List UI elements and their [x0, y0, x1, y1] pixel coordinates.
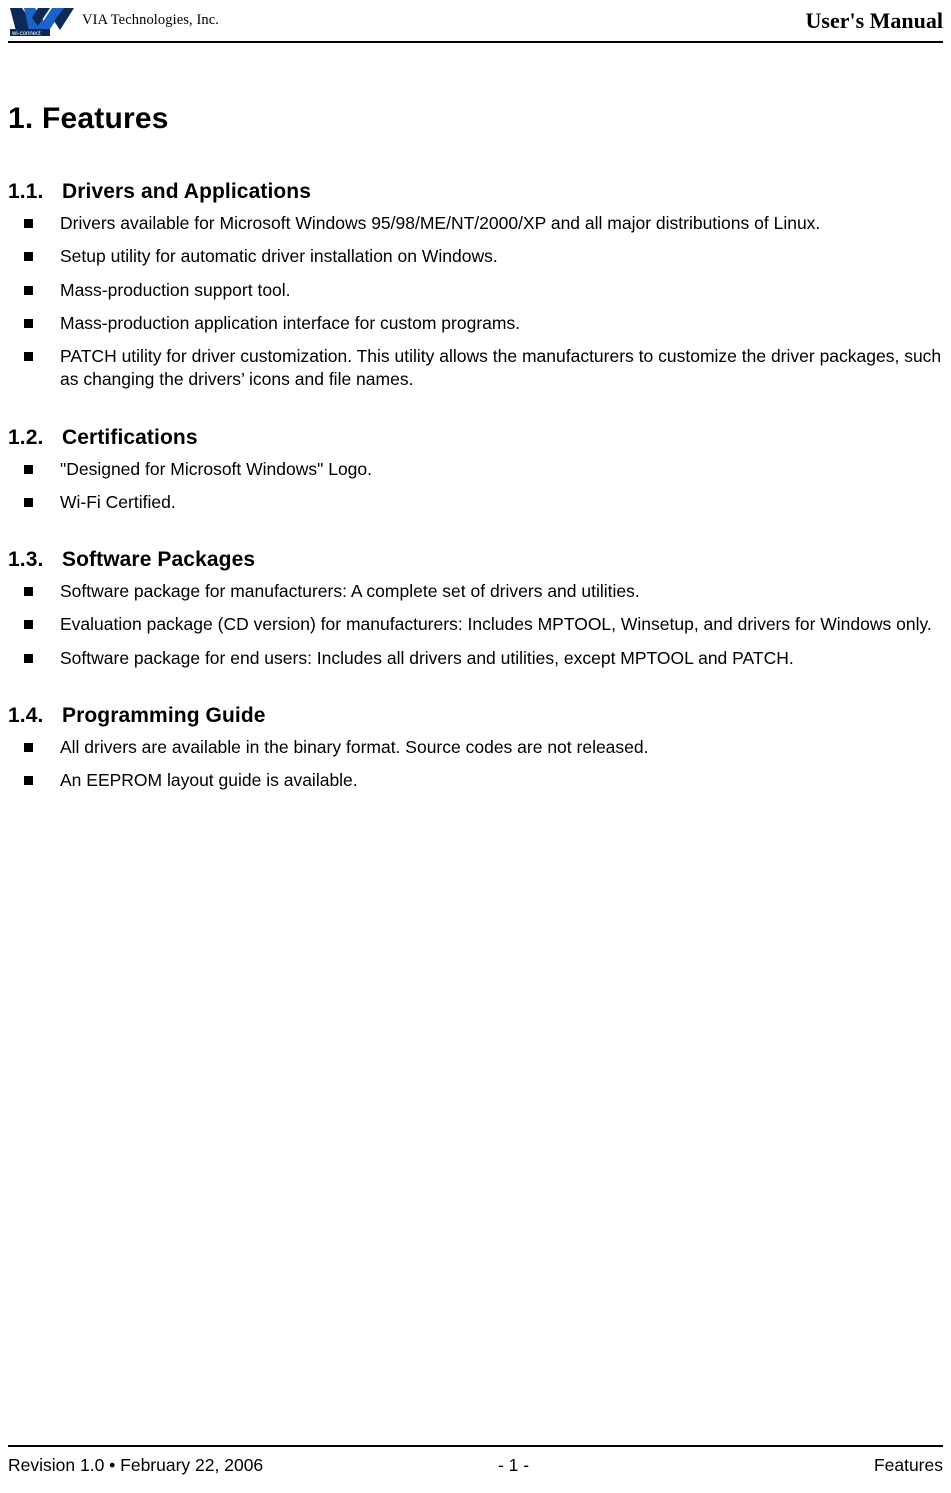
bullet-square-icon: [24, 464, 33, 474]
document-page: wi-connect VIA Technologies, Inc. User's…: [0, 0, 951, 1493]
bullet-list-1-4: All drivers are available in the binary …: [8, 736, 943, 793]
list-item: Setup utility for automatic driver insta…: [8, 245, 943, 268]
bullet-list-1-1: Drivers available for Microsoft Windows …: [8, 212, 943, 392]
section-number-1-3: 1.3.: [8, 548, 44, 572]
list-item: Software package for end users: Includes…: [8, 647, 943, 670]
section-1-3: 1.3. Software Packages Software package …: [8, 548, 943, 670]
list-item-text: "Designed for Microsoft Windows" Logo.: [60, 458, 373, 479]
list-item: Wi-Fi Certified.: [8, 491, 943, 514]
bullet-square-icon: [24, 219, 33, 228]
list-item: "Designed for Microsoft Windows" Logo.: [8, 458, 943, 481]
list-item: Drivers available for Microsoft Windows …: [8, 212, 943, 235]
section-title-1-4: Programming Guide: [62, 703, 266, 727]
section-1-2: 1.2. Certifications "Designed for Micros…: [8, 426, 943, 515]
chapter-title: 1. Features: [8, 102, 169, 135]
section-heading-1-4: 1.4. Programming Guide: [8, 704, 943, 728]
footer-divider: [8, 1445, 943, 1447]
section-heading-1-3: 1.3. Software Packages: [8, 548, 943, 572]
header-left-group: wi-connect VIA Technologies, Inc.: [8, 6, 220, 37]
section-title-1-1: Drivers and Applications: [62, 180, 312, 203]
section-heading-1-1: 1.1. Drivers and Applications: [8, 180, 943, 204]
section-number-1-4: 1.4.: [8, 703, 44, 727]
footer-chapter-name: Features: [873, 1454, 943, 1475]
list-item: Mass-production support tool.: [8, 279, 943, 302]
list-item: Evaluation package (CD version) for manu…: [8, 613, 943, 636]
bullet-square-icon: [24, 653, 33, 663]
section-1-4: 1.4. Programming Guide All drivers are a…: [8, 704, 943, 793]
list-item-text: Mass-production application interface fo…: [60, 312, 521, 333]
list-item: Mass-production application interface fo…: [8, 312, 943, 335]
list-item-text: An EEPROM layout guide is available.: [60, 770, 358, 791]
svg-text:wi-connect: wi-connect: [11, 31, 41, 36]
bullet-square-icon: [24, 497, 33, 507]
section-number-1-1: 1.1.: [8, 180, 44, 203]
list-item-text: All drivers are available in the binary …: [60, 736, 649, 757]
header-divider: [8, 41, 943, 43]
bullet-square-icon: [24, 776, 33, 786]
section-1-1: 1.1. Drivers and Applications Drivers av…: [8, 180, 943, 392]
list-item: Software package for manufacturers: A co…: [8, 580, 943, 603]
footer-page-number: - 1 -: [497, 1454, 530, 1475]
section-number-1-2: 1.2.: [8, 425, 44, 449]
list-item-text: Software package for manufacturers: A co…: [60, 581, 640, 602]
bullet-square-icon: [24, 352, 33, 362]
bullet-square-icon: [24, 252, 33, 262]
list-item-text: Wi-Fi Certified.: [60, 491, 176, 512]
footer-revision: Revision 1.0 • February 22, 2006: [8, 1454, 264, 1475]
bullet-square-icon: [24, 318, 33, 328]
list-item: All drivers are available in the binary …: [8, 736, 943, 759]
bullet-square-icon: [24, 742, 33, 752]
list-item-text: Mass-production support tool.: [60, 279, 291, 300]
list-item: PATCH utility for driver customization. …: [8, 345, 943, 392]
list-item-text: Evaluation package (CD version) for manu…: [60, 614, 932, 635]
bullet-square-icon: [24, 587, 33, 597]
list-item: An EEPROM layout guide is available.: [8, 769, 943, 792]
bullet-list-1-2: "Designed for Microsoft Windows" Logo. W…: [8, 458, 943, 515]
list-item-text: Drivers available for Microsoft Windows …: [60, 213, 821, 233]
list-item-text: PATCH utility for driver customization. …: [60, 346, 942, 390]
bullet-list-1-3: Software package for manufacturers: A co…: [8, 580, 943, 670]
section-title-1-2: Certifications: [62, 425, 198, 449]
document-title: User's Manual: [805, 8, 944, 33]
page-header: wi-connect VIA Technologies, Inc. User's…: [0, 0, 951, 46]
section-title-1-3: Software Packages: [62, 548, 256, 572]
document-body: 1. Features 1.1. Drivers and Application…: [8, 46, 943, 792]
list-item-text: Setup utility for automatic driver insta…: [60, 246, 498, 267]
company-name: VIA Technologies, Inc.: [82, 11, 220, 28]
page-footer: Revision 1.0 • February 22, 2006 - 1 - F…: [8, 1450, 943, 1480]
via-logo-icon: wi-connect: [8, 6, 76, 37]
bullet-square-icon: [24, 285, 33, 295]
bullet-square-icon: [24, 620, 33, 630]
section-heading-1-2: 1.2. Certifications: [8, 426, 943, 450]
list-item-text: Software package for end users: Includes…: [60, 647, 794, 668]
